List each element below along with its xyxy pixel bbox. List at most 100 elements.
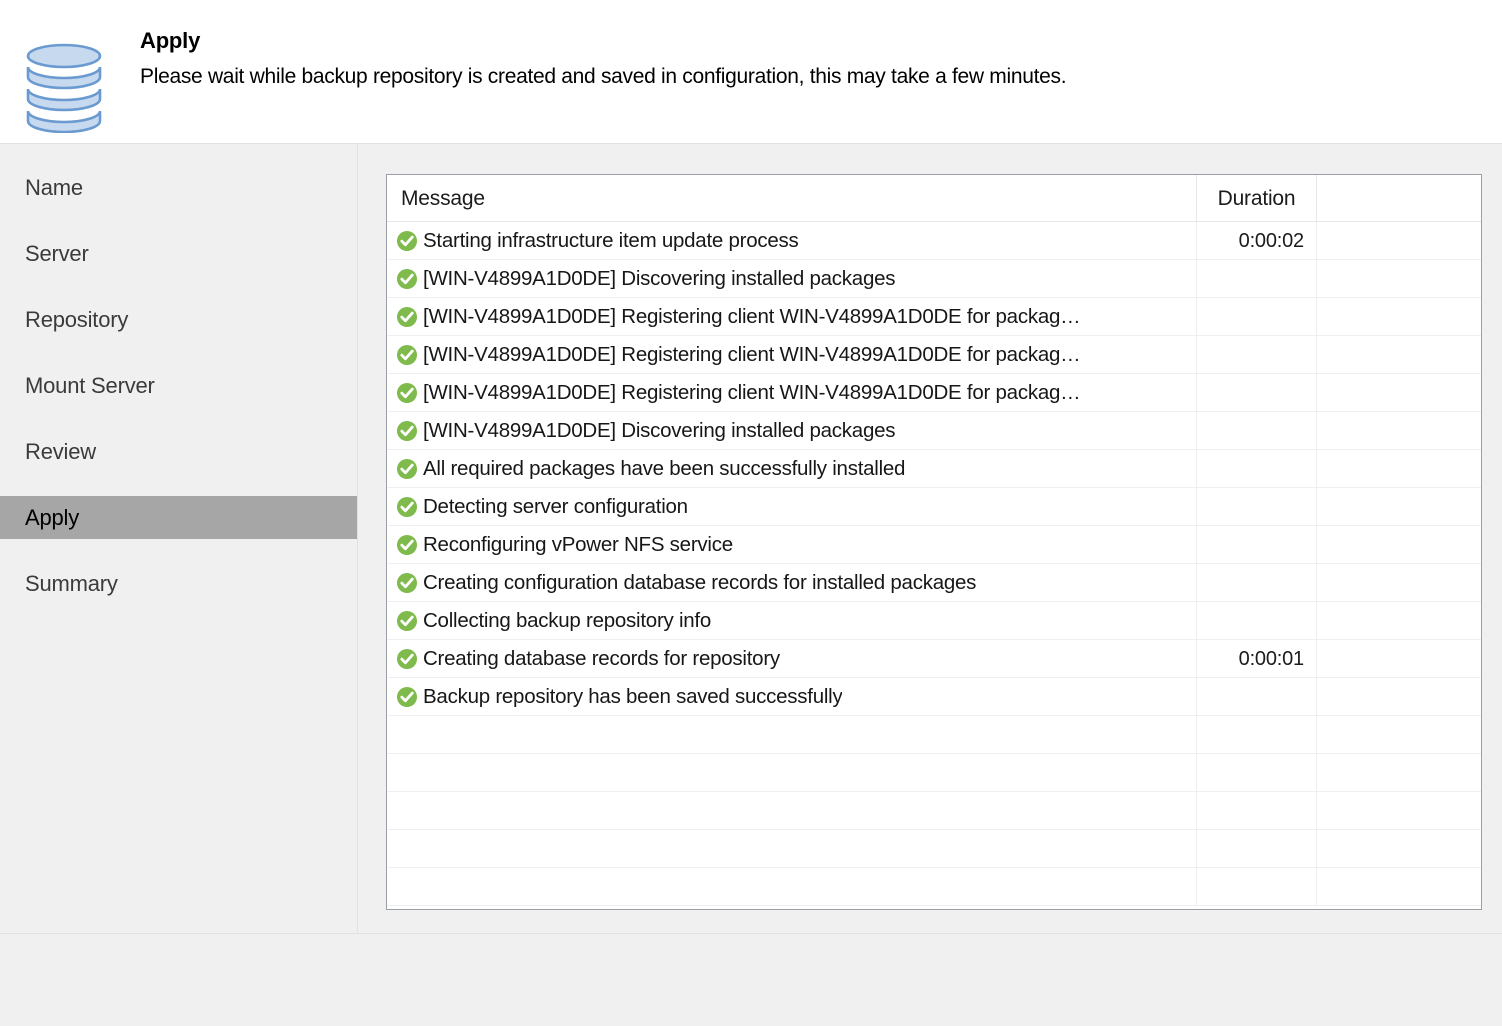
extra-cell bbox=[1316, 374, 1481, 412]
duration-cell bbox=[1196, 412, 1316, 450]
sidebar-divider bbox=[357, 144, 358, 933]
grid-empty-row[interactable] bbox=[387, 792, 1481, 830]
message-text: Starting infrastructure item update proc… bbox=[423, 229, 799, 252]
duration-cell bbox=[1196, 716, 1316, 754]
grid-row[interactable]: [WIN-V4899A1D0DE] Discovering installed … bbox=[387, 260, 1481, 298]
grid-row[interactable]: All required packages have been successf… bbox=[387, 450, 1481, 488]
extra-cell bbox=[1316, 830, 1481, 868]
message-text: Reconfiguring vPower NFS service bbox=[423, 533, 733, 556]
duration-cell bbox=[1196, 336, 1316, 374]
extra-cell bbox=[1316, 868, 1481, 906]
duration-cell bbox=[1196, 526, 1316, 564]
grid-row[interactable]: Detecting server configuration bbox=[387, 488, 1481, 526]
extra-cell bbox=[1316, 298, 1481, 336]
column-header-message[interactable]: Message bbox=[387, 175, 1196, 222]
grid-row[interactable]: [WIN-V4899A1D0DE] Registering client WIN… bbox=[387, 336, 1481, 374]
sidebar-item-name[interactable]: Name bbox=[0, 166, 357, 209]
success-check-icon bbox=[396, 610, 423, 632]
message-text: [WIN-V4899A1D0DE] Discovering installed … bbox=[423, 419, 896, 442]
extra-cell bbox=[1316, 488, 1481, 526]
success-check-icon bbox=[396, 496, 423, 518]
extra-cell bbox=[1316, 640, 1481, 678]
column-header-extra[interactable] bbox=[1316, 175, 1481, 222]
message-cell: [WIN-V4899A1D0DE] Registering client WIN… bbox=[387, 298, 1196, 336]
success-check-icon bbox=[396, 382, 423, 404]
sidebar-item-label: Mount Server bbox=[25, 372, 155, 398]
duration-cell bbox=[1196, 678, 1316, 716]
progress-message-grid[interactable]: Message Duration Starting infrastructure… bbox=[386, 174, 1482, 910]
extra-cell bbox=[1316, 754, 1481, 792]
database-repository-icon bbox=[22, 33, 106, 134]
message-cell: [WIN-V4899A1D0DE] Discovering installed … bbox=[387, 260, 1196, 298]
grid-empty-row[interactable] bbox=[387, 754, 1481, 792]
sidebar-item-summary[interactable]: Summary bbox=[0, 562, 357, 605]
grid-body: Starting infrastructure item update proc… bbox=[387, 222, 1481, 906]
grid-row[interactable]: Starting infrastructure item update proc… bbox=[387, 222, 1481, 260]
message-cell: Starting infrastructure item update proc… bbox=[387, 222, 1196, 260]
wizard-header: Apply Please wait while backup repositor… bbox=[0, 0, 1502, 143]
wizard-footer: < Previous Next > Finish Cancel bbox=[0, 934, 1502, 1026]
message-cell bbox=[387, 830, 1196, 868]
extra-cell bbox=[1316, 678, 1481, 716]
grid-row[interactable]: Reconfiguring vPower NFS service bbox=[387, 526, 1481, 564]
duration-cell bbox=[1196, 792, 1316, 830]
sidebar-item-label: Review bbox=[25, 438, 96, 464]
sidebar-item-label: Apply bbox=[25, 504, 80, 530]
duration-cell: 0:00:01 bbox=[1196, 640, 1316, 678]
success-check-icon bbox=[396, 420, 423, 442]
sidebar-item-label: Server bbox=[25, 240, 89, 266]
duration-cell bbox=[1196, 602, 1316, 640]
message-text: [WIN-V4899A1D0DE] Discovering installed … bbox=[423, 267, 896, 290]
backup-repository-wizard: New Backup Repository Apply Please wait … bbox=[0, 0, 1502, 1026]
extra-cell bbox=[1316, 336, 1481, 374]
message-text: Collecting backup repository info bbox=[423, 609, 712, 632]
grid-empty-row[interactable] bbox=[387, 716, 1481, 754]
success-check-icon bbox=[396, 306, 423, 328]
extra-cell bbox=[1316, 222, 1481, 260]
sidebar-item-mount-server[interactable]: Mount Server bbox=[0, 364, 357, 407]
wizard-step-sidebar: Name Server Repository Mount Server Review Ap… bbox=[0, 144, 357, 933]
extra-cell bbox=[1316, 260, 1481, 298]
header-text-block: Apply Please wait while backup repositor… bbox=[140, 26, 1482, 92]
sidebar-item-repository[interactable]: Repository bbox=[0, 298, 357, 341]
extra-cell bbox=[1316, 412, 1481, 450]
message-text: [WIN-V4899A1D0DE] Registering client WIN… bbox=[423, 343, 1081, 366]
sidebar-item-label: Name bbox=[25, 174, 83, 200]
message-text: Creating database records for repository bbox=[423, 647, 780, 670]
duration-cell bbox=[1196, 298, 1316, 336]
sidebar-item-apply[interactable]: Apply bbox=[0, 496, 357, 539]
grid-row[interactable]: [WIN-V4899A1D0DE] Discovering installed … bbox=[387, 412, 1481, 450]
extra-cell bbox=[1316, 792, 1481, 830]
column-header-duration[interactable]: Duration bbox=[1196, 175, 1316, 222]
grid-row[interactable]: [WIN-V4899A1D0DE] Registering client WIN… bbox=[387, 374, 1481, 412]
message-text: Creating configuration database records … bbox=[423, 571, 977, 594]
message-cell: [WIN-V4899A1D0DE] Registering client WIN… bbox=[387, 336, 1196, 374]
message-cell: Backup repository has been saved success… bbox=[387, 678, 1196, 716]
message-cell: All required packages have been successf… bbox=[387, 450, 1196, 488]
extra-cell bbox=[1316, 564, 1481, 602]
sidebar-item-label: Summary bbox=[25, 570, 118, 596]
extra-cell bbox=[1316, 450, 1481, 488]
page-subtitle: Please wait while backup repository is c… bbox=[140, 65, 1067, 88]
message-text: Detecting server configuration bbox=[423, 495, 688, 518]
sidebar-item-server[interactable]: Server bbox=[0, 232, 357, 275]
message-cell: [WIN-V4899A1D0DE] Discovering installed … bbox=[387, 412, 1196, 450]
duration-cell bbox=[1196, 488, 1316, 526]
grid-empty-row[interactable] bbox=[387, 868, 1481, 906]
message-cell: Creating database records for repository bbox=[387, 640, 1196, 678]
extra-cell bbox=[1316, 526, 1481, 564]
message-cell bbox=[387, 868, 1196, 906]
message-cell: [WIN-V4899A1D0DE] Registering client WIN… bbox=[387, 374, 1196, 412]
sidebar-item-review[interactable]: Review bbox=[0, 430, 357, 473]
message-cell: Reconfiguring vPower NFS service bbox=[387, 526, 1196, 564]
duration-cell bbox=[1196, 564, 1316, 602]
grid-row[interactable]: [WIN-V4899A1D0DE] Registering client WIN… bbox=[387, 298, 1481, 336]
success-check-icon bbox=[396, 686, 423, 708]
grid-row[interactable]: Creating database records for repository… bbox=[387, 640, 1481, 678]
grid-row[interactable]: Backup repository has been saved success… bbox=[387, 678, 1481, 716]
success-check-icon bbox=[396, 458, 423, 480]
grid-empty-row[interactable] bbox=[387, 830, 1481, 868]
success-check-icon bbox=[396, 648, 423, 670]
grid-row[interactable]: Creating configuration database records … bbox=[387, 564, 1481, 602]
grid-row[interactable]: Collecting backup repository info bbox=[387, 602, 1481, 640]
